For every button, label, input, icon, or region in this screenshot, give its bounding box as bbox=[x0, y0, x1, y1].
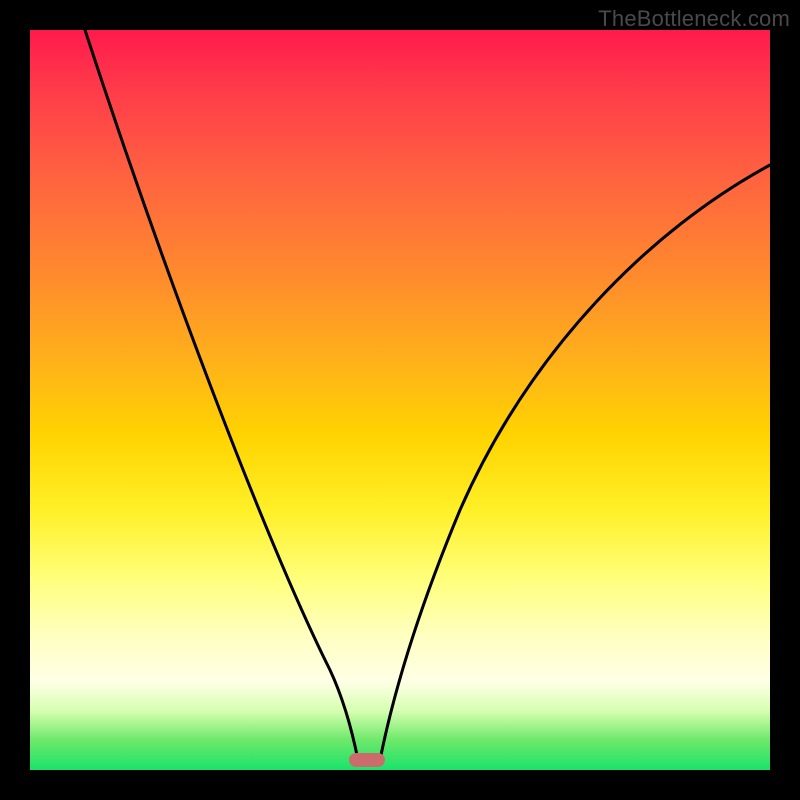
curve-right bbox=[380, 165, 770, 760]
plot-area bbox=[30, 30, 770, 770]
bottleneck-curve bbox=[30, 30, 770, 770]
watermark-text: TheBottleneck.com bbox=[598, 6, 790, 32]
bottleneck-marker bbox=[349, 753, 385, 767]
curve-left bbox=[85, 30, 358, 760]
